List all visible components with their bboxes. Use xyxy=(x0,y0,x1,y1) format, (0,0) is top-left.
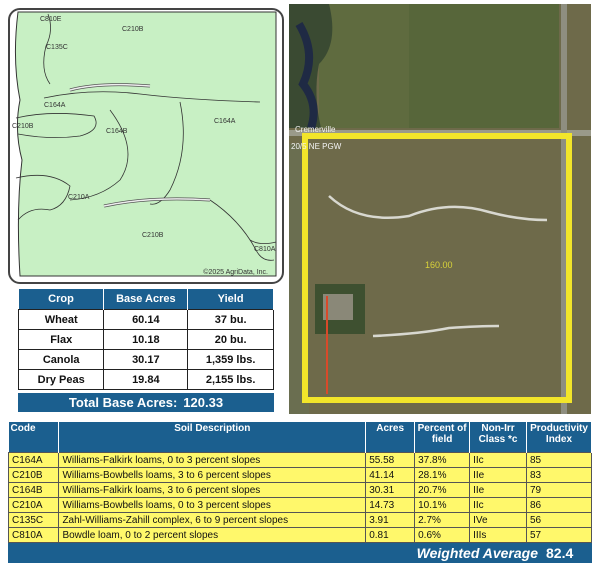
soil-label: C210B xyxy=(142,232,164,239)
soil-percent: 0.6% xyxy=(414,527,471,543)
soil-class: IIe xyxy=(469,467,527,483)
soil-code: C164A xyxy=(7,452,60,468)
crop-table-header: Crop Base Acres Yield xyxy=(18,289,274,310)
soil-code: C210A xyxy=(7,497,60,513)
road-label-secondary: 20/5 NE PGW xyxy=(291,142,342,151)
acres-header: Acres xyxy=(365,422,416,453)
base-acres-header: Base Acres xyxy=(103,289,189,310)
aerial-image: Cremerville 20/5 NE PGW 160.00 xyxy=(289,4,591,414)
table-row: C210A Williams-Bowbells loams, 0 to 3 pe… xyxy=(7,497,593,513)
soil-label: C210B xyxy=(122,26,144,33)
soil-code: C810A xyxy=(7,527,60,543)
crop-acres: 60.14 xyxy=(103,309,189,330)
soil-index: 83 xyxy=(525,467,593,483)
crop-name: Canola xyxy=(17,349,105,370)
weighted-average-bar: Weighted Average 82.4 xyxy=(8,543,592,563)
soil-class: IIIs xyxy=(469,527,527,543)
table-row: Wheat 60.14 37 bu. xyxy=(17,309,274,330)
total-base-acres-value: 120.33 xyxy=(183,395,224,410)
soil-label: C810E xyxy=(40,16,62,23)
crop-header: Crop xyxy=(18,289,105,310)
soil-percent: 10.1% xyxy=(414,497,471,513)
soil-map: C810E C210B C135C C164A C210B C164B C164… xyxy=(8,8,284,284)
crop-name: Flax xyxy=(17,329,105,350)
crop-yield: 1,359 lbs. xyxy=(187,349,274,370)
crop-acres: 19.84 xyxy=(103,369,189,390)
yield-header: Yield xyxy=(187,289,274,310)
soil-table-header: Code Soil Description Acres Percent of f… xyxy=(8,422,593,453)
non-irr-class-header: Non-Irr Class *c xyxy=(469,422,527,453)
productivity-index-header: Productivity Index xyxy=(526,422,593,453)
total-base-acres-label: Total Base Acres: xyxy=(68,395,178,410)
soil-code: C210B xyxy=(7,467,60,483)
soil-class: IIc xyxy=(469,452,527,468)
soil-label: C164A xyxy=(44,102,66,109)
table-row: C164A Williams-Falkirk loams, 0 to 3 per… xyxy=(7,452,593,468)
soil-description: Williams-Falkirk loams, 0 to 3 percent s… xyxy=(58,452,367,468)
soil-index: 56 xyxy=(525,512,593,528)
weighted-average-value: 82.4 xyxy=(546,545,574,561)
soil-label: C210B xyxy=(12,123,34,130)
soil-label: C135C xyxy=(46,44,68,51)
soil-percent: 37.8% xyxy=(414,452,471,468)
weighted-average-label: Weighted Average xyxy=(416,545,538,561)
crop-yield: 2,155 lbs. xyxy=(187,369,274,390)
soil-description: Zahl-Williams-Zahill complex, 6 to 9 per… xyxy=(58,512,367,528)
soil-percent: 20.7% xyxy=(414,482,471,498)
crop-yield: 37 bu. xyxy=(187,309,274,330)
soil-label: C210A xyxy=(68,194,90,201)
soil-class: IVe xyxy=(469,512,527,528)
soil-acres: 3.91 xyxy=(365,512,416,528)
soil-description: Williams-Bowbells loams, 3 to 6 percent … xyxy=(58,467,367,483)
crop-yield: 20 bu. xyxy=(187,329,274,350)
soil-description-header: Soil Description xyxy=(58,422,367,453)
soil-code: C135C xyxy=(7,512,60,528)
soil-acres: 0.81 xyxy=(365,527,416,543)
map-copyright: ©2025 AgriData, Inc. xyxy=(203,269,268,276)
crop-acres: 10.18 xyxy=(103,329,189,350)
road-label: Cremerville xyxy=(295,125,336,134)
table-row: C135C Zahl-Williams-Zahill complex, 6 to… xyxy=(7,512,593,528)
crop-name: Wheat xyxy=(17,309,105,330)
soil-acres: 55.58 xyxy=(365,452,416,468)
table-row: C164B Williams-Falkirk loams, 3 to 6 per… xyxy=(7,482,593,498)
soil-class: IIc xyxy=(469,497,527,513)
soil-label: C810A xyxy=(254,246,276,253)
soil-acres: 30.31 xyxy=(365,482,416,498)
soil-index: 85 xyxy=(525,452,593,468)
code-header: Code xyxy=(8,422,60,453)
soil-description: Bowdle loam, 0 to 2 percent slopes xyxy=(58,527,367,543)
field-acres-label: 160.00 xyxy=(425,260,453,270)
soil-label: C164B xyxy=(106,128,128,135)
soil-index: 79 xyxy=(525,482,593,498)
table-row: C210B Williams-Bowbells loams, 3 to 6 pe… xyxy=(7,467,593,483)
soil-index: 86 xyxy=(525,497,593,513)
soil-table-panel: Code Soil Description Acres Percent of f… xyxy=(7,422,593,563)
percent-of-field-header: Percent of field xyxy=(414,422,471,453)
soil-table: Code Soil Description Acres Percent of f… xyxy=(7,422,593,543)
aerial-photo xyxy=(289,4,591,414)
crop-acres: 30.17 xyxy=(103,349,189,370)
soil-class: IIe xyxy=(469,482,527,498)
soil-index: 57 xyxy=(525,527,593,543)
crop-table: Crop Base Acres Yield Wheat 60.14 37 bu.… xyxy=(17,289,274,390)
soil-acres: 41.14 xyxy=(365,467,416,483)
table-row: Canola 30.17 1,359 lbs. xyxy=(17,349,274,370)
table-row: C810A Bowdle loam, 0 to 2 percent slopes… xyxy=(7,527,593,543)
soil-code: C164B xyxy=(7,482,60,498)
soil-description: Williams-Falkirk loams, 3 to 6 percent s… xyxy=(58,482,367,498)
soil-percent: 2.7% xyxy=(414,512,471,528)
soil-percent: 28.1% xyxy=(414,467,471,483)
soil-acres: 14.73 xyxy=(365,497,416,513)
soil-label: C164A xyxy=(214,118,236,125)
soil-description: Williams-Bowbells loams, 0 to 3 percent … xyxy=(58,497,367,513)
crop-name: Dry Peas xyxy=(17,369,105,390)
total-base-acres: Total Base Acres: 120.33 xyxy=(18,393,274,412)
table-row: Dry Peas 19.84 2,155 lbs. xyxy=(17,369,274,390)
table-row: Flax 10.18 20 bu. xyxy=(17,329,274,350)
